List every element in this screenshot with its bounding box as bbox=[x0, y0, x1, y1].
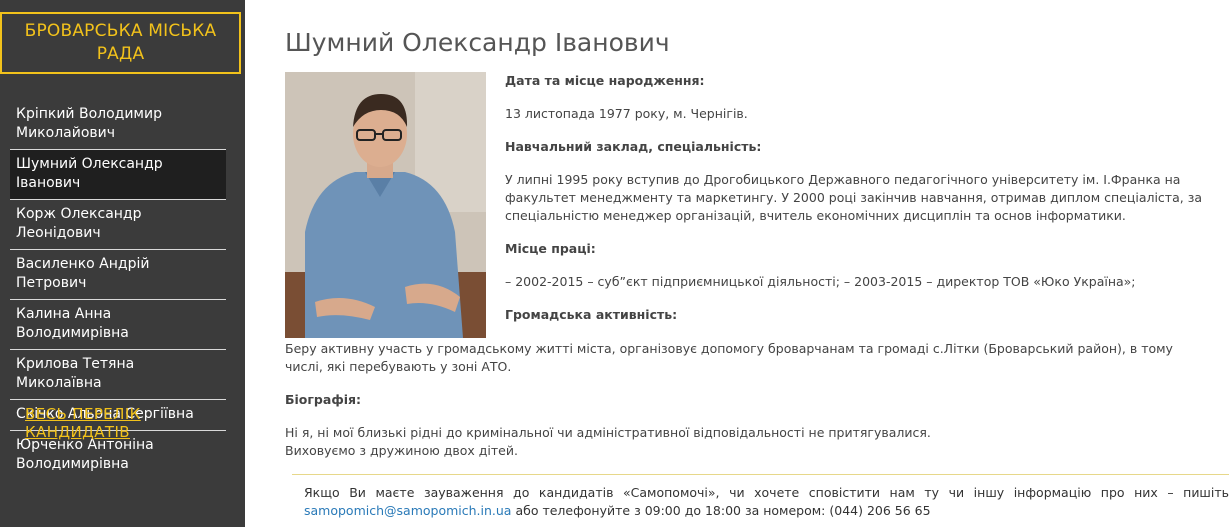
bio-line-1: Ні я, ні мої близькі рідні до кримінальн… bbox=[285, 425, 931, 440]
work-value: – 2002-2015 – суб”єкт підприємницької ді… bbox=[505, 274, 1136, 289]
civic-section: Беру активну участь у громадському житті… bbox=[285, 340, 1205, 376]
page-title: Шумний Олександр Іванович bbox=[285, 28, 670, 57]
nav-item-shumnyi[interactable]: Шумний Олександр Іванович bbox=[10, 150, 226, 200]
contact-info: Якщо Ви маєте зауваження до кандидатів «… bbox=[304, 484, 1229, 520]
contact-text: Якщо Ви маєте зауваження до кандидатів «… bbox=[304, 485, 1229, 500]
candidate-photo-illustration bbox=[285, 72, 486, 338]
bio-line-2: Виховуємо з дружиною двох дітей. bbox=[285, 443, 518, 458]
birth-value: 13 листопада 1977 року, м. Чернігів. bbox=[505, 106, 748, 121]
education-label: Навчальний заклад, спеціальність: bbox=[505, 139, 762, 154]
bio-section: Ні я, ні мої близькі рідні до кримінальн… bbox=[285, 424, 1205, 460]
civic-label: Громадська активність: bbox=[505, 307, 678, 322]
nav-item-vasylenko[interactable]: Василенко Андрій Петрович bbox=[10, 250, 226, 300]
education-value: У липні 1995 року вступив до Дрогобицько… bbox=[505, 172, 1203, 223]
bio-label: Біографія: bbox=[285, 392, 362, 407]
nav-item-kalyna[interactable]: Калина Анна Володимирівна bbox=[10, 300, 226, 350]
site-title[interactable]: БРОВАРСЬКА МІСЬКА РАДА bbox=[0, 12, 241, 74]
nav-item-kripkyi[interactable]: Кріпкий Володимир Миколайович bbox=[10, 100, 226, 150]
nav-item-krylova[interactable]: Крилова Тетяна Миколаївна bbox=[10, 350, 226, 400]
candidate-photo bbox=[285, 72, 486, 338]
footer-divider bbox=[292, 474, 1229, 475]
nav-item-korzh[interactable]: Корж Олександр Леонідович bbox=[10, 200, 226, 250]
all-candidates-link[interactable]: ВЕСЬ ПЕРЕЛІК КАНДИДАТІВ bbox=[25, 405, 245, 441]
civic-value: Беру активну участь у громадському житті… bbox=[285, 341, 1173, 374]
contact-phone-text: або телефонуйте з 09:00 до 18:00 за номе… bbox=[511, 503, 931, 518]
bio-label-section: Біографія: bbox=[285, 391, 1205, 409]
birth-label: Дата та місце народження: bbox=[505, 73, 705, 88]
candidate-details: Дата та місце народження: 13 листопада 1… bbox=[505, 72, 1215, 339]
sidebar: БРОВАРСЬКА МІСЬКА РАДА Кріпкий Володимир… bbox=[0, 0, 245, 527]
work-label: Місце праці: bbox=[505, 241, 596, 256]
contact-email-link[interactable]: samopomich@samopomich.in.ua bbox=[304, 503, 511, 518]
